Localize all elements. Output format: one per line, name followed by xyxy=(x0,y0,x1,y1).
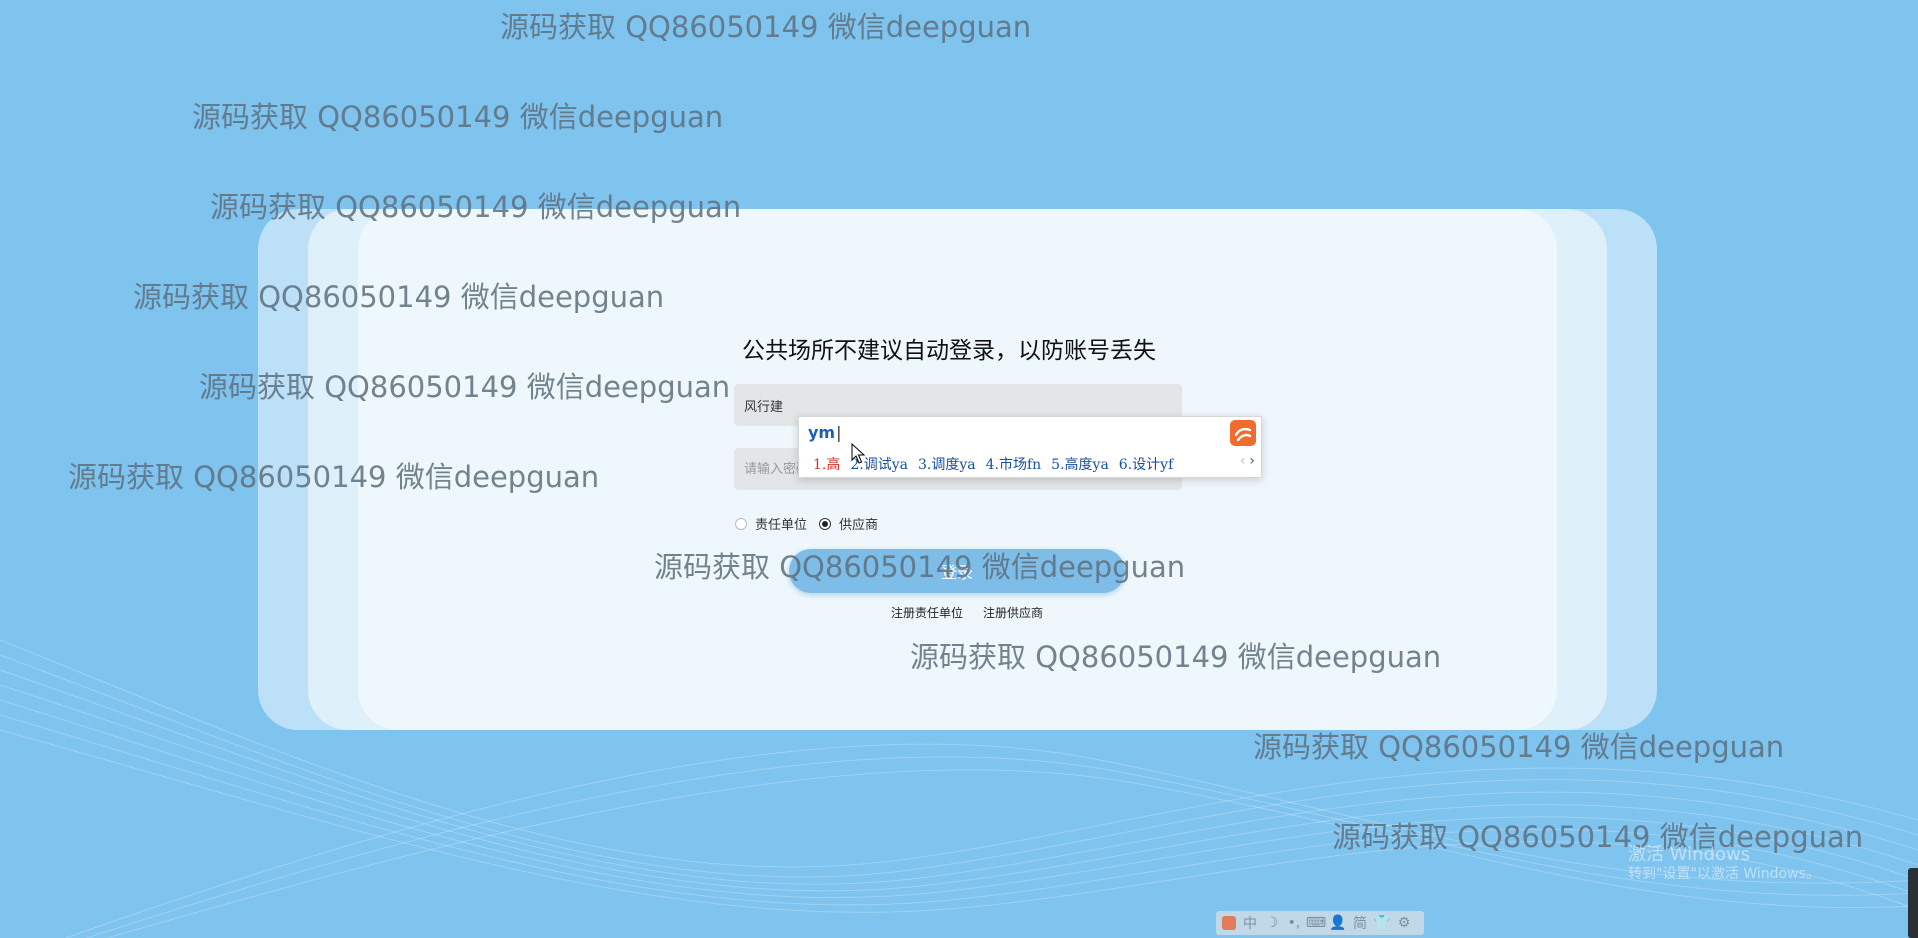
watermark: 源码获取 QQ86050149 微信deepguan xyxy=(68,460,600,494)
ime-candidate-list: 1.高 2.调试ya 3.调度ya 4.市场fn 5.高度ya 6.设计yf xyxy=(813,454,1173,474)
watermark: 源码获取 QQ86050149 微信deepguan xyxy=(210,190,742,224)
watermark: 源码获取 QQ86050149 微信deepguan xyxy=(1253,730,1785,764)
scrollbar-handle[interactable] xyxy=(1908,868,1918,938)
watermark: 源码获取 QQ86050149 微信deepguan xyxy=(199,370,731,404)
half-width-moon-icon[interactable]: ☽ xyxy=(1264,915,1280,931)
settings-gear-icon[interactable]: ⚙ xyxy=(1396,915,1412,931)
ime-candidate[interactable]: 3.调度ya xyxy=(918,454,976,474)
ime-status-toolbar: 中 ☽ •, ⌨ 👤 简 👕 ⚙ xyxy=(1216,911,1424,935)
punctuation-icon[interactable]: •, xyxy=(1286,915,1302,931)
sogou-logo-icon[interactable] xyxy=(1230,420,1256,446)
chinese-mode-icon[interactable]: 中 xyxy=(1242,913,1258,933)
register-supplier-link[interactable]: 注册供应商 xyxy=(983,604,1043,621)
activation-title: 激活 Windows xyxy=(1628,844,1751,865)
windows-activation-notice: 激活 Windows 转到"设置"以激活 Windows。 xyxy=(1628,844,1820,882)
watermark: 源码获取 QQ86050149 微信deepguan xyxy=(500,10,1032,44)
ime-candidate[interactable]: 5.高度ya xyxy=(1051,454,1109,474)
simplified-chinese-icon[interactable]: 简 xyxy=(1352,913,1368,933)
role-label: 供应商 xyxy=(839,518,879,533)
register-responsible-unit-link[interactable]: 注册责任单位 xyxy=(891,604,963,621)
register-links: 注册责任单位 注册供应商 xyxy=(891,604,1043,621)
radio-unchecked-icon xyxy=(735,517,747,530)
ime-candidate[interactable]: 4.市场fn xyxy=(986,454,1042,474)
activation-subtitle: 转到"设置"以激活 Windows。 xyxy=(1628,865,1820,882)
user-icon[interactable]: 👤 xyxy=(1329,915,1346,931)
watermark: 源码获取 QQ86050149 微信deepguan xyxy=(654,550,1186,584)
role-label: 责任单位 xyxy=(755,518,808,533)
mouse-cursor-icon xyxy=(851,443,865,464)
ime-composition-text: ym xyxy=(808,423,842,442)
login-notice: 公共场所不建议自动登录，以防账号丢失 xyxy=(742,338,1156,364)
sogou-logo-icon[interactable] xyxy=(1222,916,1236,930)
watermark: 源码获取 QQ86050149 微信deepguan xyxy=(192,100,724,134)
role-radio-supplier[interactable]: 供应商 xyxy=(819,514,878,533)
radio-checked-icon xyxy=(819,517,832,530)
ime-prev-page-icon[interactable]: ‹ xyxy=(1240,453,1246,469)
keyboard-icon[interactable]: ⌨ xyxy=(1306,915,1326,931)
ime-candidate[interactable]: 6.设计yf xyxy=(1119,454,1173,474)
ime-candidate[interactable]: 1.高 xyxy=(813,454,840,474)
watermark: 源码获取 QQ86050149 微信deepguan xyxy=(133,280,665,314)
role-radio-responsible-unit[interactable]: 责任单位 xyxy=(735,514,807,533)
ime-next-page-icon[interactable]: › xyxy=(1249,453,1255,469)
role-radio-group: 责任单位 供应商 xyxy=(735,514,890,533)
watermark: 源码获取 QQ86050149 微信deepguan xyxy=(910,640,1442,674)
skin-shirt-icon[interactable]: 👕 xyxy=(1373,915,1390,931)
ime-pager: ‹ › xyxy=(1240,453,1255,469)
ime-candidate-popup: ym 1.高 2.调试ya 3.调度ya 4.市场fn 5.高度ya 6.设计y… xyxy=(798,416,1262,478)
